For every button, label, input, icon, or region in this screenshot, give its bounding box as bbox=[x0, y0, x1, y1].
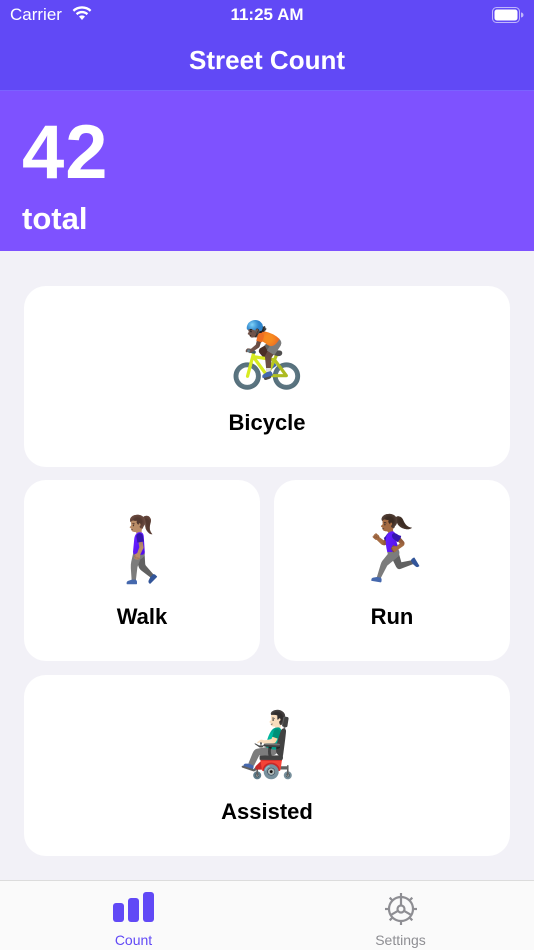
tab-settings-label: Settings bbox=[375, 932, 426, 948]
run-count-button[interactable]: 🏃🏾‍♀️ Run bbox=[274, 480, 510, 661]
cyclist-icon: 🚴🏿 bbox=[227, 319, 307, 393]
page-title: Street Count bbox=[189, 44, 345, 75]
total-panel: 42 total bbox=[0, 91, 534, 251]
bicycle-count-button[interactable]: 🚴🏿 Bicycle bbox=[24, 286, 510, 467]
runner-icon: 🏃🏾‍♀️ bbox=[352, 513, 432, 587]
assisted-label: Assisted bbox=[221, 799, 313, 824]
tab-count[interactable]: Count bbox=[0, 881, 267, 950]
tab-bar: Count Settings bbox=[0, 880, 534, 950]
bicycle-label: Bicycle bbox=[228, 410, 306, 435]
tab-settings[interactable]: Settings bbox=[267, 881, 534, 950]
total-count: 42 bbox=[22, 110, 109, 195]
navigation-bar: Street Count bbox=[0, 30, 534, 91]
wheelchair-icon: 👨🏻‍🦼 bbox=[227, 708, 307, 782]
run-label: Run bbox=[370, 604, 414, 629]
bar-chart-icon bbox=[112, 891, 156, 928]
tab-count-label: Count bbox=[114, 932, 153, 948]
battery-full-icon bbox=[492, 7, 524, 28]
walker-icon: 🚶🏽‍♀️ bbox=[102, 513, 182, 587]
total-label: total bbox=[22, 201, 88, 236]
status-time: 11:25 AM bbox=[230, 5, 304, 24]
status-bar: Carrier 11:25 AM bbox=[0, 0, 534, 30]
assisted-count-button[interactable]: 👨🏻‍🦼 Assisted bbox=[24, 675, 510, 856]
walk-label: Walk bbox=[116, 604, 168, 629]
gear-icon bbox=[383, 891, 419, 932]
walk-count-button[interactable]: 🚶🏽‍♀️ Walk bbox=[24, 480, 260, 661]
